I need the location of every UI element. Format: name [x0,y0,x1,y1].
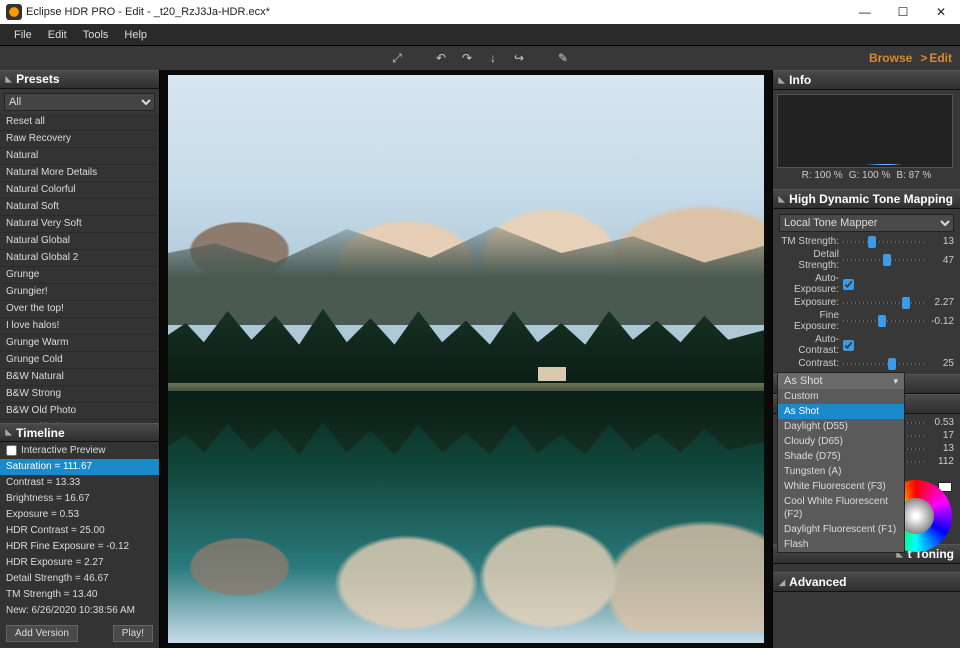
preset-item[interactable]: Grunge Cold [0,352,159,369]
white-balance-option[interactable]: Tungsten (A) [778,464,904,479]
auto-exposure-checkbox[interactable] [843,279,854,290]
hdr-exposure-slider[interactable] [843,298,924,308]
menu-file[interactable]: File [6,27,40,43]
app-icon [6,4,22,20]
interactive-preview-row[interactable]: Interactive Preview [0,442,159,459]
preset-item[interactable]: B&W Natural [0,369,159,386]
white-balance-select[interactable]: As Shot [778,373,904,389]
toolbar: ⤢ ↶ ↷ ↓ ↪ ✎ Browse Edit [0,46,960,70]
presets-header[interactable]: Presets [0,70,159,89]
image-canvas[interactable] [160,70,772,648]
fine-exposure-slider[interactable] [843,316,924,326]
fine-exposure-row: Fine Exposure: -0.12 [775,309,958,333]
preset-item[interactable]: Natural Global 2 [0,250,159,267]
white-balance-option[interactable]: Daylight Fluorescent (F1) [778,522,904,537]
white-balance-dropdown[interactable]: As Shot CustomAs ShotDaylight (D55)Cloud… [777,372,905,553]
timeline-item[interactable]: HDR Fine Exposure = -0.12 [0,539,159,555]
detail-strength-row: Detail Strength: 47 [775,248,958,272]
white-balance-option[interactable]: Cloudy (D65) [778,434,904,449]
interactive-preview-label: Interactive Preview [21,445,105,456]
histogram [777,94,953,168]
hdr-contrast-row: Contrast: 25 [775,357,958,370]
rotate-right-icon[interactable]: ↷ [459,50,475,66]
preset-item[interactable]: Grungier! [0,284,159,301]
menu-edit[interactable]: Edit [40,27,75,43]
auto-contrast-row: Auto-Contrast: [775,333,958,357]
detail-strength-slider[interactable] [843,255,924,265]
tone-mapper-select[interactable]: Local Tone Mapper [779,214,954,232]
preset-item[interactable]: Grunge [0,267,159,284]
white-balance-option[interactable]: Shade (D75) [778,449,904,464]
menu-tools[interactable]: Tools [75,27,117,43]
tm-strength-slider[interactable] [843,237,924,247]
tm-strength-row: TM Strength: 13 [775,235,958,248]
window-titlebar: Eclipse HDR PRO - Edit - _t20_RzJ3Ja-HDR… [0,0,960,24]
presets-list[interactable]: Reset allRaw RecoveryNaturalNatural More… [0,114,159,424]
timeline-item[interactable]: HDR Contrast = 25.00 [0,523,159,539]
mode-browse[interactable]: Browse [869,51,912,65]
white-balance-option[interactable]: Daylight (D55) [778,419,904,434]
timeline-header[interactable]: Timeline [0,423,159,442]
histo-b: B: 87 % [896,170,931,181]
preset-item[interactable]: B&W Strong [0,386,159,403]
preset-item[interactable]: Natural Soft [0,199,159,216]
white-balance-option[interactable]: Cool White Fluorescent (F2) [778,494,904,522]
timeline-item[interactable]: Brightness = 16.67 [0,491,159,507]
histo-g: G: 100 % [849,170,891,181]
minimize-button[interactable]: — [846,0,884,24]
auto-exposure-row: Auto-Exposure: [775,272,958,296]
timeline-item[interactable]: Contrast = 13.33 [0,475,159,491]
auto-contrast-checkbox[interactable] [843,340,854,351]
rotate-left-icon[interactable]: ↶ [433,50,449,66]
left-panel: Presets All Reset allRaw RecoveryNatural… [0,70,160,648]
preset-item[interactable]: Natural Very Soft [0,216,159,233]
timeline-item[interactable]: TM Strength = 13.40 [0,587,159,603]
hdr-header[interactable]: High Dynamic Tone Mapping [773,189,960,209]
preset-item[interactable]: Natural More Details [0,165,159,182]
white-balance-option[interactable]: White Fluorescent (F3) [778,479,904,494]
preview-image [168,75,764,643]
menu-help[interactable]: Help [116,27,155,43]
timeline-item[interactable]: New: 6/26/2020 10:38:56 AM [0,603,159,619]
histo-r: R: 100 % [802,170,843,181]
add-version-button[interactable]: Add Version [6,625,78,642]
timeline-item[interactable]: HDR Exposure = 2.27 [0,555,159,571]
preset-item[interactable]: B&W Old Photo [0,403,159,420]
preset-item[interactable]: Grunge Warm [0,335,159,352]
timeline-item[interactable]: Detail Strength = 46.67 [0,571,159,587]
window-title: Eclipse HDR PRO - Edit - _t20_RzJ3Ja-HDR… [26,6,846,18]
white-balance-option[interactable]: Custom [778,389,904,404]
close-button[interactable]: ✕ [922,0,960,24]
maximize-button[interactable]: ☐ [884,0,922,24]
hdr-exposure-row: Exposure: 2.27 [775,296,958,309]
timeline-item[interactable]: Exposure = 0.53 [0,507,159,523]
menubar: File Edit Tools Help [0,24,960,46]
right-panel: Info R: 100 % G: 100 % B: 87 % High Dyna… [772,70,960,648]
preset-item[interactable]: Reset all [0,114,159,131]
flip-horizontal-icon[interactable]: ↪ [511,50,527,66]
advanced-header[interactable]: Advanced [773,572,960,592]
fit-screen-icon[interactable]: ⤢ [389,50,405,66]
info-header[interactable]: Info [773,70,960,90]
preset-item[interactable]: Over the top! [0,301,159,318]
preset-item[interactable]: Natural Global [0,233,159,250]
white-balance-option[interactable]: As Shot [778,404,904,419]
preset-item[interactable]: I love halos! [0,318,159,335]
mode-edit[interactable]: Edit [920,51,952,65]
preset-item[interactable]: Natural [0,148,159,165]
presets-filter-select[interactable]: All [4,93,155,111]
play-button[interactable]: Play! [113,625,153,642]
preset-item[interactable]: Raw Recovery [0,131,159,148]
brush-icon[interactable]: ✎ [555,50,571,66]
preset-item[interactable]: Natural Colorful [0,182,159,199]
flip-vertical-icon[interactable]: ↓ [485,50,501,66]
white-balance-option[interactable]: Flash [778,537,904,552]
hdr-contrast-slider[interactable] [843,359,924,369]
timeline-item[interactable]: Saturation = 111.67 [0,459,159,475]
interactive-preview-checkbox[interactable] [6,445,17,456]
